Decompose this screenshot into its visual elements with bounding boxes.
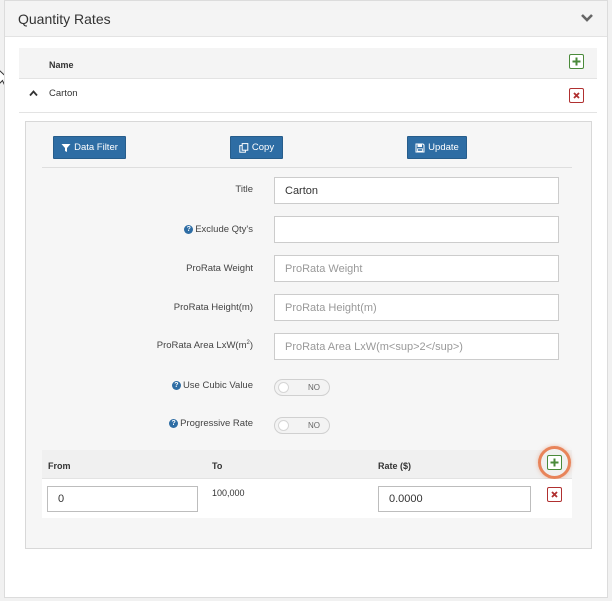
copy-label: Copy <box>251 142 275 153</box>
x-square-icon <box>573 92 580 99</box>
progressive-rate-toggle[interactable]: NO <box>274 417 330 434</box>
prorata-area-input[interactable] <box>274 333 559 360</box>
column-header-to: To <box>212 461 223 471</box>
progressive-rate-label: ? Progressive Rate <box>169 418 253 429</box>
toolbar-divider <box>42 167 572 168</box>
save-icon <box>415 143 425 152</box>
grid-row-carton[interactable]: Carton <box>19 80 597 113</box>
toggle-knob <box>278 420 289 431</box>
x-square-icon <box>551 491 558 498</box>
exclude-qtys-input[interactable] <box>274 216 559 243</box>
caret-up-icon[interactable] <box>28 88 39 99</box>
prorata-weight-input[interactable] <box>274 255 559 282</box>
title-input[interactable] <box>274 177 559 204</box>
prorata-weight-label: ProRata Weight <box>186 263 253 274</box>
update-button[interactable]: Update <box>407 136 467 159</box>
column-header-from: From <box>48 461 71 471</box>
highlight-ring <box>538 446 571 479</box>
toggle-knob <box>278 382 289 393</box>
question-circle-icon[interactable]: ? <box>184 225 194 234</box>
toggle-state: NO <box>308 383 320 392</box>
rates-table-header: From To Rate ($) <box>42 446 572 479</box>
plus-square-icon <box>572 57 581 66</box>
prorata-area-label: ProRata Area LxW(m2) <box>156 340 253 352</box>
rate-to-value: 100,000 <box>212 488 245 498</box>
prorata-height-label: ProRata Height(m) <box>173 302 253 313</box>
panel-header[interactable]: Quantity Rates <box>5 1 607 37</box>
column-header-rate: Rate ($) <box>378 461 412 471</box>
use-cubic-value-label: ? Use Cubic Value <box>171 380 253 391</box>
rates-row: 100,000 <box>42 479 572 518</box>
use-cubic-value-toggle[interactable]: NO <box>274 379 330 396</box>
funnel-icon <box>61 143 71 152</box>
grid-header: Name <box>19 48 597 79</box>
add-row-button[interactable] <box>569 54 584 69</box>
data-filter-label: Data Filter <box>74 142 118 153</box>
row-name: Carton <box>49 88 78 99</box>
data-filter-button[interactable]: Data Filter <box>53 136 126 159</box>
quantity-rates-panel: Quantity Rates Name Carton Data Filter C… <box>4 0 608 598</box>
rate-from-input[interactable] <box>47 486 198 512</box>
copy-button[interactable]: Copy <box>230 136 283 159</box>
exclude-qtys-label: ? Exclude Qty's <box>184 224 253 235</box>
question-circle-icon[interactable]: ? <box>169 419 179 428</box>
row-detail-form: Data Filter Copy Update Title ? Exclude … <box>25 121 592 549</box>
question-circle-icon[interactable]: ? <box>171 381 181 390</box>
rate-value-input[interactable] <box>378 486 531 512</box>
delete-row-button[interactable] <box>569 88 584 103</box>
title-label: Title <box>235 184 253 195</box>
toggle-state: NO <box>308 421 320 430</box>
panel-title: Quantity Rates <box>18 11 111 27</box>
delete-rate-button[interactable] <box>547 487 562 502</box>
copy-icon <box>239 142 249 153</box>
column-header-name: Name <box>49 60 74 70</box>
prorata-height-input[interactable] <box>274 294 559 321</box>
update-label: Update <box>428 142 459 153</box>
chevron-down-icon[interactable] <box>579 10 595 26</box>
